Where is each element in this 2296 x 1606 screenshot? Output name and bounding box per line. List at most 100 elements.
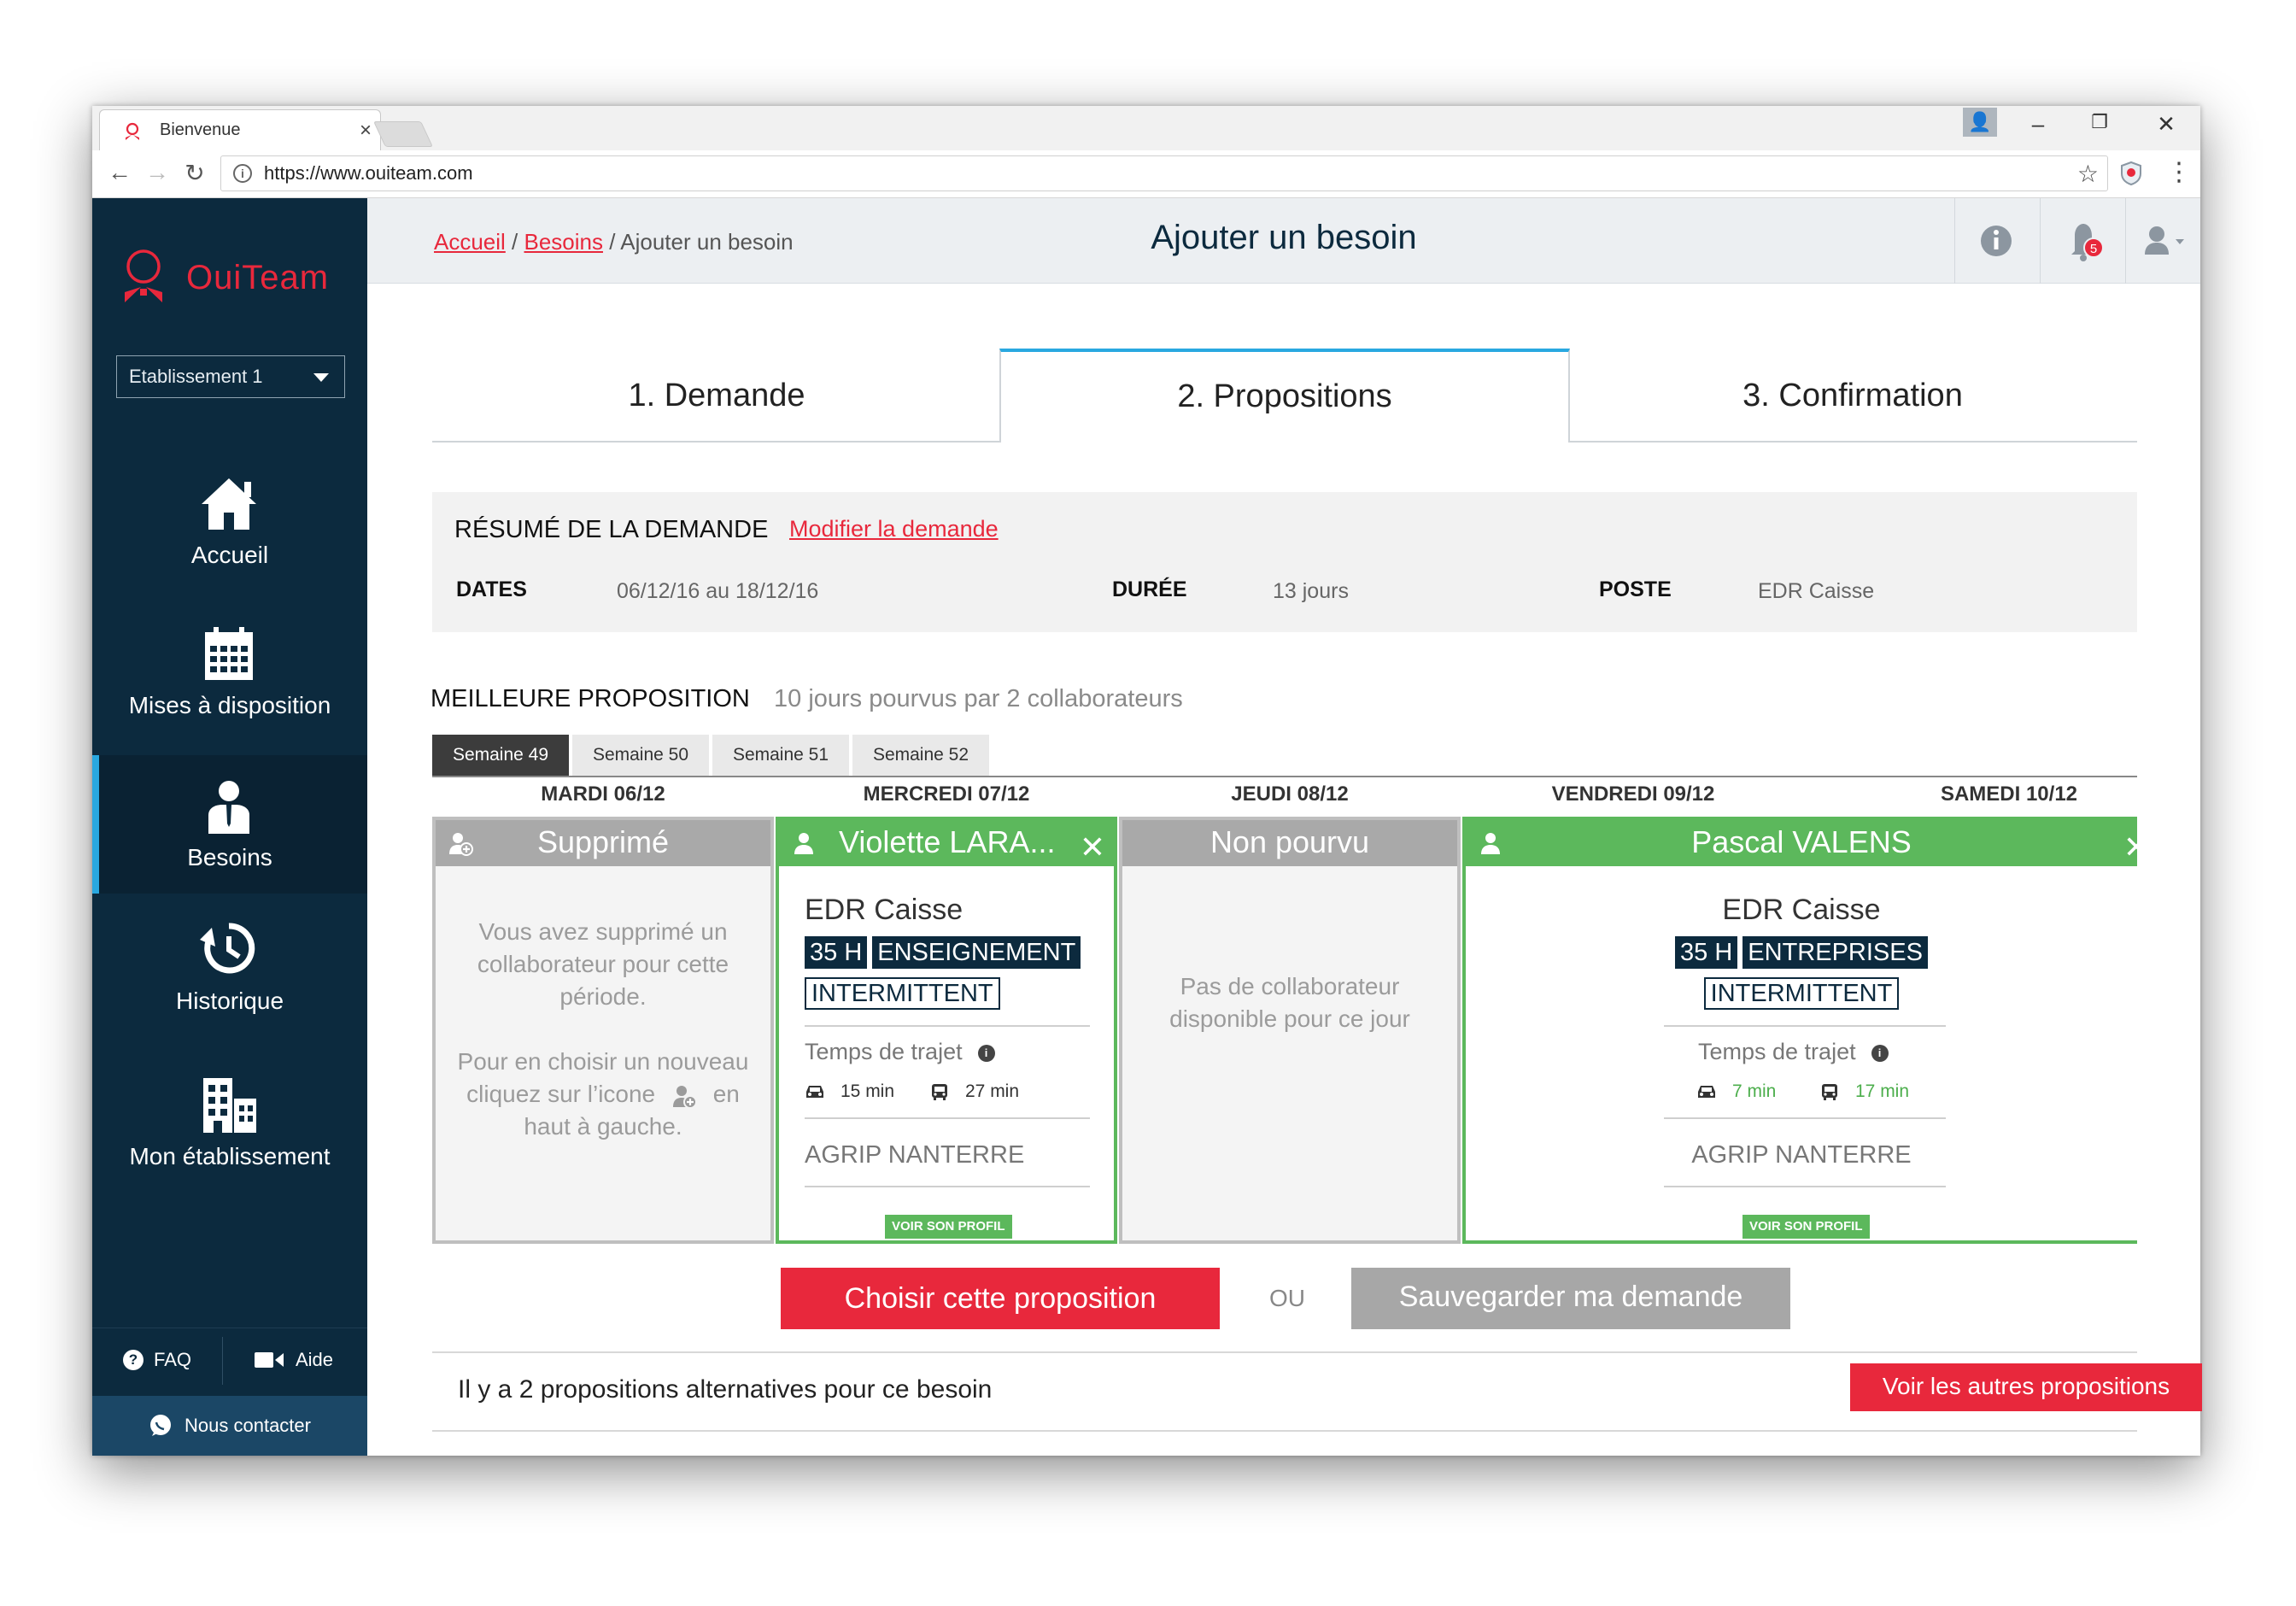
notification-count-badge: 5 xyxy=(2083,237,2104,258)
browser-profile-icon[interactable]: 👤 xyxy=(1963,108,1997,137)
divider xyxy=(432,1430,2137,1432)
sidebar-item-mises-a-disposition[interactable]: Mises à disposition xyxy=(92,603,367,741)
info-button[interactable] xyxy=(1954,198,2040,284)
alternatives-text: Il y a 2 propositions alternatives pour … xyxy=(458,1375,993,1404)
poste-value: EDR Caisse xyxy=(1758,579,1875,603)
car-travel-time: 7 min xyxy=(1696,1081,1776,1102)
collaborator-icon xyxy=(794,833,813,854)
browser-toolbar: ← → ↻ i https://www.ouiteam.com ☆ ⋮ xyxy=(92,150,2200,198)
tab-semaine-52[interactable]: Semaine 52 xyxy=(852,735,989,776)
bookmark-star-icon[interactable]: ☆ xyxy=(2077,160,2099,188)
tab-semaine-50[interactable]: Semaine 50 xyxy=(572,735,709,776)
aide-label: Aide xyxy=(296,1349,334,1370)
page-header: Accueil / Besoins / Ajouter un besoin Aj… xyxy=(367,198,2200,284)
collaborator-card-pascal: Pascal VALENS ✕ EDR Caisse 35 H ENTREPRIS… xyxy=(1462,817,2149,1244)
car-travel-time: 15 min xyxy=(805,1081,894,1102)
collaborator-name: Violette LARA... xyxy=(839,824,1056,859)
card-tags: 35 H ENTREPRISES INTERMITTENT xyxy=(1466,936,2137,1018)
or-separator: OU xyxy=(1269,1285,1305,1311)
forward-button[interactable]: → xyxy=(142,159,173,186)
new-tab-button[interactable] xyxy=(373,121,433,147)
card-header: Pascal VALENS ✕ xyxy=(1466,820,2149,866)
building-icon xyxy=(203,1078,256,1133)
divider xyxy=(1664,1025,1946,1027)
ouiteam-logo[interactable]: OuiTeam xyxy=(121,248,329,308)
card-tags: 35 H ENSEIGNEMENT INTERMITTENT xyxy=(779,936,1114,1018)
tab-semaine-51[interactable]: Semaine 51 xyxy=(712,735,849,776)
card-title: Supprimé xyxy=(536,824,670,859)
step-propositions[interactable]: 2. Propositions xyxy=(999,349,1570,443)
ouiteam-logo-icon xyxy=(125,249,162,302)
wizard-steps: 1. Demande 2. Propositions 3. Confirmati… xyxy=(432,349,2137,443)
bus-travel-time: 27 min xyxy=(929,1081,1019,1102)
address-bar[interactable]: i https://www.ouiteam.com ☆ xyxy=(220,155,2108,191)
sidebar-item-historique[interactable]: Historique xyxy=(92,899,367,1037)
tag-hours: 35 H xyxy=(1675,936,1738,969)
divider xyxy=(805,1186,1090,1187)
sidebar-item-label: Historique xyxy=(175,988,284,1014)
sidebar-item-label: Besoins xyxy=(187,844,272,870)
add-collaborator-icon xyxy=(672,1085,697,1109)
collaborator-icon xyxy=(1481,833,1500,854)
window-minimize-button[interactable]: – xyxy=(2012,111,2064,138)
day-header: SAMEDI 10/12 xyxy=(1940,782,2078,806)
notifications-button[interactable]: 5 xyxy=(2040,198,2125,284)
add-collaborator-icon[interactable] xyxy=(448,830,473,856)
bus-time: 17 min xyxy=(1855,1081,1910,1101)
user-menu-button[interactable] xyxy=(2125,198,2200,284)
faq-link[interactable]: ? FAQ xyxy=(123,1349,191,1371)
remove-collaborator-icon[interactable]: ✕ xyxy=(2123,825,2149,870)
best-proposal-subtitle: 10 jours pourvus par 2 collaborateurs xyxy=(774,685,1183,712)
deleted-instructions-text: Pour en choisir un nouveau cliquez sur l… xyxy=(457,1048,749,1107)
summary-title: RÉSUMÉ DE LA DEMANDE xyxy=(454,516,769,543)
establishment-value: Etablissement 1 xyxy=(129,366,263,387)
back-button[interactable]: ← xyxy=(104,159,135,186)
card-poste: EDR Caisse xyxy=(805,894,964,926)
view-profile-button[interactable]: VOIR SON PROFIL xyxy=(1742,1215,1870,1239)
sidebar-item-besoins[interactable]: Besoins xyxy=(92,755,367,894)
step-demande[interactable]: 1. Demande xyxy=(432,349,1001,443)
sidebar-item-label: Accueil xyxy=(190,542,269,568)
window-maximize-button[interactable]: ❐ xyxy=(2074,111,2125,133)
sidebar-item-mon-etablissement[interactable]: Mon établissement xyxy=(92,1054,367,1193)
divider xyxy=(805,1025,1090,1027)
view-profile-button[interactable]: VOIR SON PROFIL xyxy=(885,1215,1012,1239)
site-info-icon[interactable]: i xyxy=(233,164,252,183)
day-header: VENDREDI 09/12 xyxy=(1551,782,1715,806)
view-alternatives-button[interactable]: Voir les autres propositions xyxy=(1850,1363,2202,1411)
remove-collaborator-icon[interactable]: ✕ xyxy=(1080,825,1105,870)
info-icon[interactable]: i xyxy=(977,1044,995,1062)
step-confirmation[interactable]: 3. Confirmation xyxy=(1568,349,2137,443)
day-header: JEUDI 08/12 xyxy=(1231,782,1349,806)
window-close-button[interactable]: ✕ xyxy=(2141,111,2192,138)
tab-close-icon[interactable]: × xyxy=(360,119,372,143)
duree-label: DURÉE xyxy=(1112,577,1187,601)
unfilled-message: Pas de collaborateur disponible pour ce … xyxy=(1169,973,1410,1032)
info-icon[interactable]: i xyxy=(1871,1044,1889,1062)
establishment-select[interactable]: Etablissement 1 xyxy=(116,355,345,398)
browser-tab[interactable]: Bienvenue × xyxy=(99,109,381,150)
reload-button[interactable]: ↻ xyxy=(179,159,210,187)
ouiteam-favicon-icon xyxy=(126,122,139,140)
card-header: Supprimé xyxy=(436,820,770,866)
dates-value: 06/12/16 au 18/12/16 xyxy=(617,579,819,603)
user-icon xyxy=(2145,226,2184,255)
extension-shield-icon[interactable] xyxy=(2120,161,2144,186)
sidebar-item-accueil[interactable]: Accueil xyxy=(92,453,367,591)
browser-menu-icon[interactable]: ⋮ xyxy=(2166,157,2192,187)
modify-request-link[interactable]: Modifier la demande xyxy=(789,516,999,542)
tab-semaine-49[interactable]: Semaine 49 xyxy=(432,735,569,776)
aide-link[interactable]: Aide xyxy=(255,1349,333,1371)
sidebar-footer: ? FAQ Aide xyxy=(92,1328,367,1396)
sidebar-item-label: Mon établissement xyxy=(129,1143,331,1169)
travel-time-text: Temps de trajet xyxy=(805,1039,963,1064)
home-icon xyxy=(202,478,256,530)
request-summary: RÉSUMÉ DE LA DEMANDE Modifier la demande… xyxy=(432,492,2137,632)
contact-button[interactable]: Nous contacter xyxy=(92,1396,367,1456)
save-request-button[interactable]: Sauvegarder ma demande xyxy=(1351,1268,1790,1329)
unfilled-day-card: Non pourvu Pas de collaborateur disponib… xyxy=(1119,817,1461,1244)
best-proposal-title: MEILLEURE PROPOSITION xyxy=(430,685,750,712)
choose-proposal-button[interactable]: Choisir cette proposition xyxy=(781,1268,1220,1329)
collaborator-card-violette: Violette LARA... ✕ EDR Caisse 35 H ENSEIG… xyxy=(776,817,1117,1244)
tag-contract: INTERMITTENT xyxy=(805,977,1000,1010)
